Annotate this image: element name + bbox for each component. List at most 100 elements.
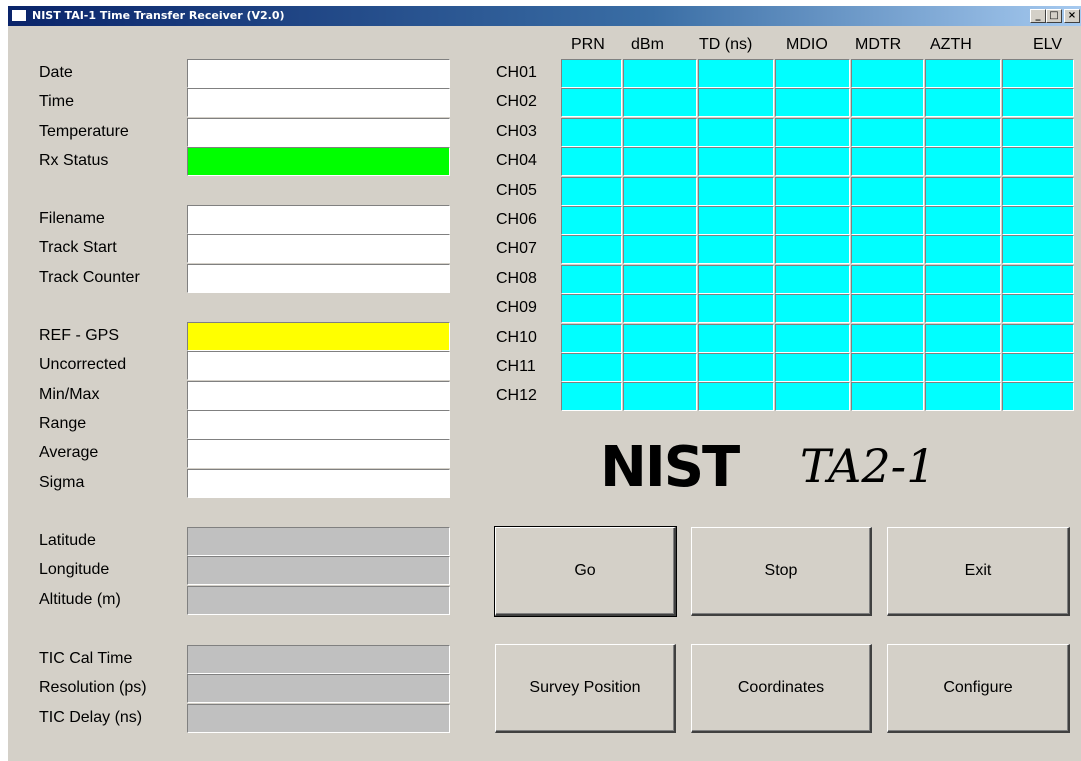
resolution-ps-field xyxy=(187,674,450,703)
channel-cell xyxy=(623,177,697,206)
go-button[interactable]: Go xyxy=(494,526,677,617)
app-icon xyxy=(11,9,27,22)
sigma-field xyxy=(187,469,450,498)
channel-cell xyxy=(623,353,697,382)
channel-cell xyxy=(698,206,774,235)
maximize-icon: □ xyxy=(1049,10,1059,21)
channel-cell xyxy=(623,265,697,294)
survey-position-button-label: Survey Position xyxy=(529,679,641,696)
channel-row-label: CH05 xyxy=(496,182,537,199)
channel-cell xyxy=(851,206,924,235)
channel-cell xyxy=(1002,177,1074,206)
close-icon: × xyxy=(1067,10,1077,21)
channel-cell xyxy=(623,59,697,88)
channel-cell xyxy=(925,206,1001,235)
longitude-label: Longitude xyxy=(39,561,110,578)
channel-cell xyxy=(698,118,774,147)
stop-button[interactable]: Stop xyxy=(691,527,872,616)
tic-cal-time-field xyxy=(187,645,450,674)
title-bar[interactable]: NIST TAI-1 Time Transfer Receiver (V2.0)… xyxy=(8,6,1081,26)
channel-cell xyxy=(1002,59,1074,88)
rx-status-label: Rx Status xyxy=(39,152,109,169)
resolution-ps-label: Resolution (ps) xyxy=(39,679,147,696)
channel-cell xyxy=(925,382,1001,411)
channel-cell xyxy=(851,235,924,264)
channel-cell xyxy=(851,118,924,147)
track-counter-label: Track Counter xyxy=(39,269,140,286)
channel-cell xyxy=(851,353,924,382)
coordinates-button-label: Coordinates xyxy=(737,679,825,696)
channel-row-label: CH01 xyxy=(496,64,537,81)
configure-button[interactable]: Configure xyxy=(887,644,1070,733)
range-label: Range xyxy=(39,415,87,432)
channel-row-label: CH10 xyxy=(496,329,537,346)
longitude-field xyxy=(187,556,450,585)
channel-cell xyxy=(561,294,622,323)
altitude-m-label: Altitude (m) xyxy=(39,591,121,608)
stop-button-label: Stop xyxy=(764,562,798,579)
channel-cell xyxy=(851,265,924,294)
column-header-dbm: dBm xyxy=(631,36,664,53)
latitude-field xyxy=(187,527,450,556)
logo-brand-text: NIST xyxy=(600,435,740,500)
channel-cell xyxy=(775,265,850,294)
channel-cell xyxy=(623,382,697,411)
column-header-prn: PRN xyxy=(571,36,605,53)
tic-delay-ns-label: TIC Delay (ns) xyxy=(39,709,143,726)
temperature-field xyxy=(187,118,450,147)
channel-cell xyxy=(561,382,622,411)
ref-gps-field xyxy=(187,322,450,351)
filename-field xyxy=(187,205,450,234)
channel-cell xyxy=(698,265,774,294)
channel-cell xyxy=(775,118,850,147)
channel-cell xyxy=(851,177,924,206)
latitude-label: Latitude xyxy=(39,532,96,549)
ref-gps-label: REF - GPS xyxy=(39,327,120,344)
channel-row-label: CH04 xyxy=(496,152,537,169)
channel-cell xyxy=(925,177,1001,206)
column-header-mdtr: MDTR xyxy=(855,36,902,53)
range-field xyxy=(187,410,450,439)
channel-cell xyxy=(1002,382,1074,411)
channel-cell xyxy=(1002,294,1074,323)
channel-cell xyxy=(623,294,697,323)
date-field xyxy=(187,59,450,88)
temperature-label: Temperature xyxy=(39,123,129,140)
time-field xyxy=(187,88,450,117)
tic-delay-ns-field xyxy=(187,704,450,733)
channel-cell xyxy=(561,88,622,117)
channel-cell xyxy=(775,147,850,176)
maximize-button[interactable]: □ xyxy=(1046,9,1062,23)
channel-cell xyxy=(698,88,774,117)
channel-cell xyxy=(925,294,1001,323)
channel-row-label: CH08 xyxy=(496,270,537,287)
channel-cell xyxy=(698,294,774,323)
channel-cell xyxy=(851,147,924,176)
channel-cell xyxy=(775,382,850,411)
column-header-mdio: MDIO xyxy=(786,36,828,53)
close-button[interactable]: × xyxy=(1064,9,1080,23)
column-header-azth: AZTH xyxy=(930,36,972,53)
go-button-label: Go xyxy=(574,562,596,579)
time-label: Time xyxy=(39,93,74,110)
channel-cell xyxy=(561,177,622,206)
channel-cell xyxy=(1002,206,1074,235)
main-window: NIST TAI-1 Time Transfer Receiver (V2.0)… xyxy=(7,6,1081,761)
channel-row-label: CH03 xyxy=(496,123,537,140)
survey-position-button[interactable]: Survey Position xyxy=(495,644,676,733)
column-header-td-ns: TD (ns) xyxy=(699,36,753,53)
channel-cell xyxy=(925,324,1001,353)
coordinates-button[interactable]: Coordinates xyxy=(691,644,872,733)
minimize-button[interactable]: _ xyxy=(1030,9,1046,23)
exit-button[interactable]: Exit xyxy=(887,527,1070,616)
channel-cell xyxy=(775,177,850,206)
channel-cell xyxy=(561,353,622,382)
min-max-field xyxy=(187,381,450,410)
configure-button-label: Configure xyxy=(943,679,1013,696)
channel-cell xyxy=(775,59,850,88)
channel-cell xyxy=(1002,324,1074,353)
channel-cell xyxy=(925,88,1001,117)
channel-cell xyxy=(623,324,697,353)
channel-cell xyxy=(1002,118,1074,147)
date-label: Date xyxy=(39,64,73,81)
